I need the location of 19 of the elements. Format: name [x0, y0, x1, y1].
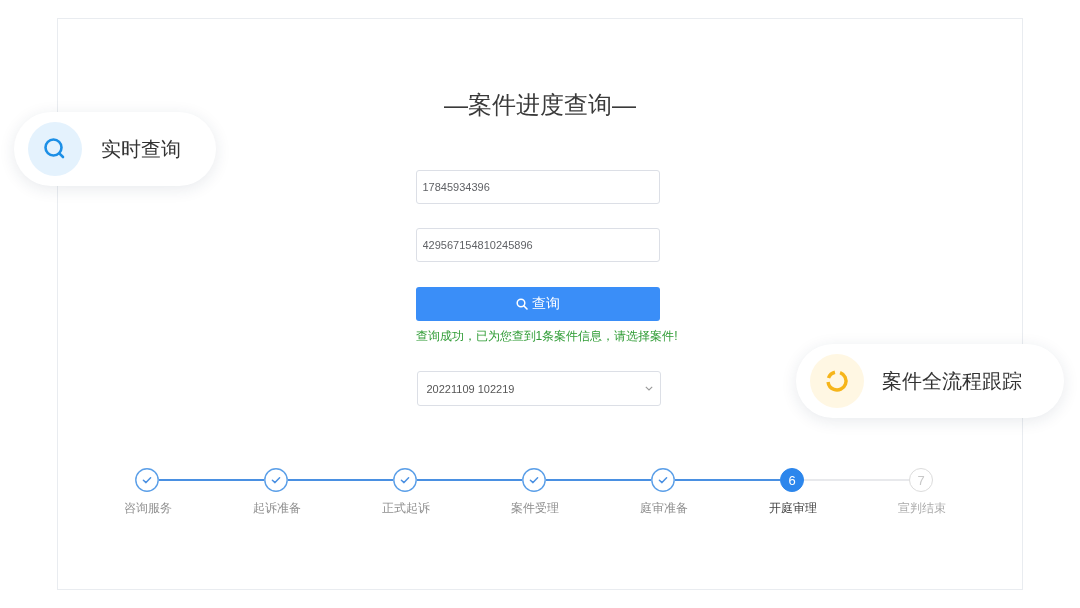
step-label: 咨询服务: [123, 500, 172, 516]
input-field[interactable]: 429567154810245896: [415, 228, 660, 262]
step-label: 宣判结束: [897, 500, 946, 516]
step-label: 开庭审理: [768, 500, 817, 516]
caret-icon: [644, 386, 653, 391]
page-title: —案件进度查询—: [444, 90, 636, 120]
feature-label: 案件全流程跟踪: [882, 369, 1022, 394]
step-label: 庭审准备: [639, 500, 688, 516]
feature-label: 实时查询: [101, 137, 181, 162]
step-number: 6: [780, 468, 804, 492]
search-icon: [28, 122, 82, 176]
search-icon: [515, 298, 528, 310]
case-select[interactable]: 20221109 102219: [416, 371, 661, 406]
step-label: 起诉准备: [252, 500, 301, 516]
step-label: 正式起诉: [381, 500, 430, 516]
step-label: 案件受理: [510, 500, 559, 516]
input-field[interactable]: 17845934396: [415, 170, 660, 204]
loading-ring-icon: [810, 354, 864, 408]
success-message: 查询成功，已为您查到1条案件信息，请选择案件!: [415, 328, 678, 345]
